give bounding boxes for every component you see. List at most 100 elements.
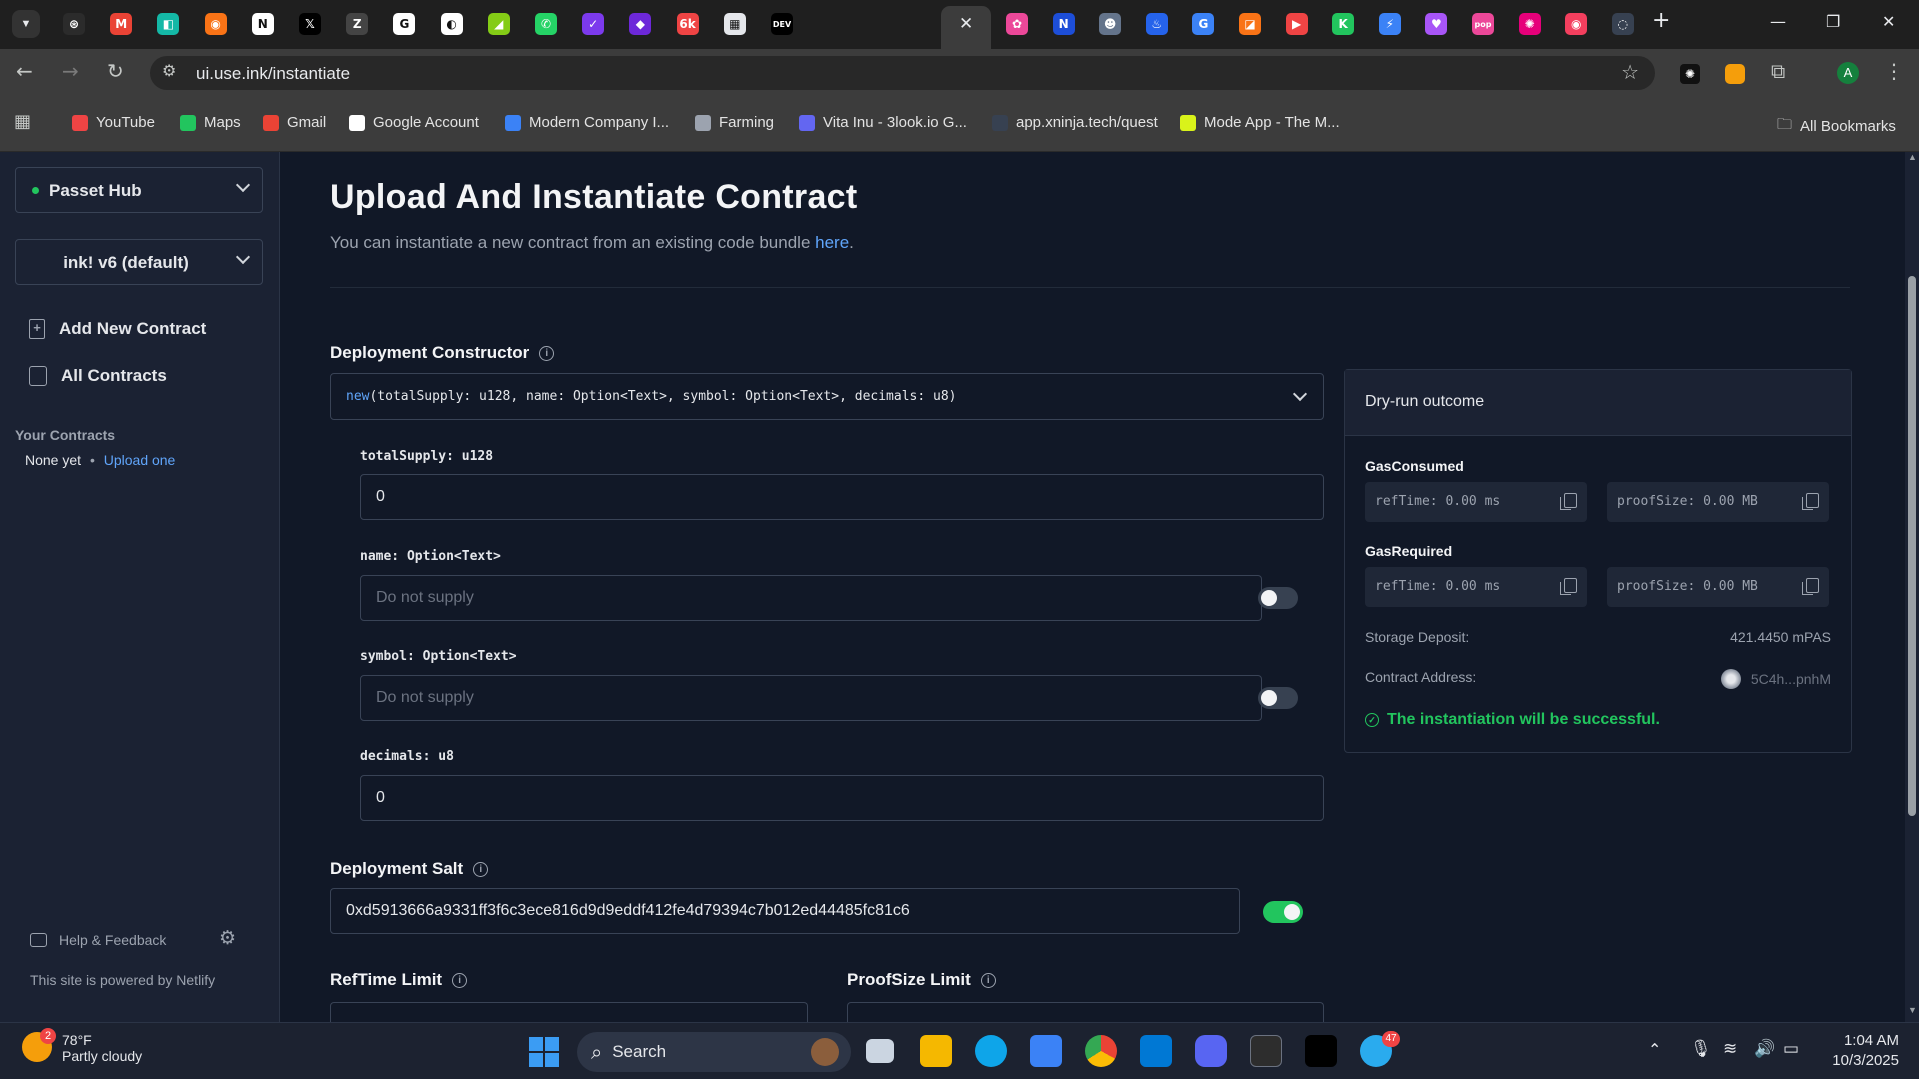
- bookmark-modern-company-i[interactable]: Modern Company I...: [505, 114, 669, 131]
- scroll-thumb[interactable]: [1908, 276, 1916, 816]
- app-tab-icon-5[interactable]: ✓: [582, 13, 605, 35]
- app-tab-icon-17[interactable]: ♥: [1425, 13, 1448, 35]
- symbol-supply-toggle[interactable]: [1258, 687, 1298, 709]
- copy-icon[interactable]: [1802, 578, 1819, 595]
- name-input[interactable]: Do not supply: [360, 575, 1262, 621]
- url-text[interactable]: ui.use.ink/instantiate: [196, 64, 350, 84]
- discord-icon[interactable]: [1195, 1035, 1227, 1067]
- app-tab-icon-14[interactable]: ◪: [1239, 13, 1261, 35]
- app-tab-icon-7[interactable]: 6k: [676, 13, 699, 35]
- app-tab-icon-11[interactable]: ☻: [1099, 13, 1122, 35]
- app-icon[interactable]: [1305, 1035, 1337, 1067]
- extensions-puzzle-icon[interactable]: ⧉: [1771, 59, 1785, 83]
- new-tab-button[interactable]: +: [1652, 8, 1670, 33]
- show-hidden-icons-chevron[interactable]: ⌃: [1648, 1040, 1661, 1059]
- bookmark-gmail[interactable]: Gmail: [263, 114, 326, 131]
- x-tab-icon[interactable]: 𝕏: [299, 13, 321, 35]
- ink-version-select[interactable]: ink! v6 (default): [15, 239, 263, 285]
- gmail-tab-icon[interactable]: M: [110, 13, 133, 35]
- name-supply-toggle[interactable]: [1258, 587, 1298, 609]
- vscode-icon[interactable]: [1140, 1035, 1172, 1067]
- bookmark-youtube[interactable]: YouTube: [72, 114, 155, 131]
- info-icon[interactable]: i: [539, 345, 555, 361]
- clock[interactable]: 1:04 AM 10/3/2025: [1825, 1031, 1899, 1071]
- bookmark-mode-app-the-m[interactable]: Mode App - The M...: [1180, 114, 1340, 131]
- deployment-salt-input[interactable]: 0xd5913666a9331ff3f6c3ece816d9d9eddf412f…: [330, 888, 1240, 934]
- bookmark-vita-inu-3look-io-g[interactable]: Vita Inu - 3look.io G...: [799, 114, 967, 131]
- wifi-icon[interactable]: ≋: [1723, 1039, 1737, 1059]
- app-tab-icon-12[interactable]: ♨: [1145, 13, 1168, 35]
- add-new-contract-link[interactable]: + Add New Contract: [29, 319, 206, 339]
- back-arrow-icon[interactable]: ←: [16, 59, 33, 83]
- app-tab-icon-19[interactable]: ◉: [1565, 13, 1588, 35]
- help-feedback-link[interactable]: Help & Feedback: [30, 932, 166, 948]
- edge-icon[interactable]: [975, 1035, 1007, 1067]
- app-tab-icon-1[interactable]: ◧: [157, 13, 180, 35]
- decimals-input[interactable]: 0: [360, 775, 1324, 821]
- close-window-icon[interactable]: ✕: [1882, 12, 1895, 31]
- extension-icon-2[interactable]: [1725, 64, 1745, 84]
- network-select[interactable]: Passet Hub: [15, 167, 263, 213]
- active-tab[interactable]: ✕: [941, 6, 991, 49]
- profile-avatar[interactable]: A: [1837, 62, 1859, 84]
- youtube-tab-icon[interactable]: ▶: [1285, 13, 1308, 35]
- constructor-select[interactable]: new (totalSupply: u128, name: Option<Text…: [330, 373, 1324, 420]
- scroll-up-icon[interactable]: ▲: [1908, 152, 1917, 162]
- powered-by-netlify[interactable]: This site is powered by Netlify: [30, 972, 215, 988]
- app-tab-icon-6[interactable]: ◆: [629, 13, 652, 35]
- app-tab-icon-9[interactable]: ✿: [1006, 13, 1028, 35]
- copy-icon[interactable]: [1802, 493, 1819, 510]
- polkadot-tab-icon[interactable]: ✺: [1518, 13, 1541, 35]
- app-tab-icon-4[interactable]: ◐: [440, 13, 463, 35]
- minimize-window-icon[interactable]: —: [1770, 12, 1786, 31]
- microphone-icon[interactable]: 🎙: [1690, 1039, 1712, 1059]
- copy-icon[interactable]: [1560, 493, 1577, 510]
- app-tab-icon-18[interactable]: pop: [1472, 13, 1494, 35]
- bookmark-maps[interactable]: Maps: [180, 114, 241, 131]
- app-tab-icon-8[interactable]: ▦: [723, 13, 746, 35]
- contract-address[interactable]: 5C4h...pnhM: [1720, 669, 1831, 689]
- browser-menu-icon[interactable]: ⋮: [1884, 59, 1904, 83]
- app-tab-icon-20[interactable]: ◌: [1611, 13, 1634, 35]
- info-icon[interactable]: i: [980, 972, 996, 988]
- code-bundle-link[interactable]: here: [815, 233, 849, 252]
- volume-icon[interactable]: 🔊: [1754, 1039, 1775, 1059]
- windows-start-icon[interactable]: [529, 1037, 559, 1067]
- forward-arrow-icon[interactable]: →: [62, 59, 79, 83]
- extension-icon-1[interactable]: ✺: [1680, 64, 1700, 84]
- salt-toggle[interactable]: [1263, 901, 1303, 923]
- task-view-icon[interactable]: [866, 1039, 894, 1063]
- chrome-icon[interactable]: [1085, 1035, 1117, 1067]
- bookmark-star-icon[interactable]: ☆: [1621, 60, 1639, 84]
- telegram-icon[interactable]: 47: [1360, 1031, 1400, 1067]
- file-explorer-icon[interactable]: [920, 1035, 952, 1067]
- app-tab-icon-3[interactable]: Z: [346, 13, 369, 35]
- address-bar[interactable]: ⚙ ui.use.ink/instantiate ☆: [150, 56, 1655, 90]
- terminal-icon[interactable]: [1250, 1035, 1282, 1067]
- microsoft-store-icon[interactable]: [1030, 1035, 1062, 1067]
- scroll-down-icon[interactable]: ▼: [1908, 1005, 1917, 1015]
- info-icon[interactable]: i: [473, 861, 489, 877]
- weather-widget[interactable]: 2 78°F Partly cloudy: [22, 1028, 142, 1064]
- all-bookmarks-button[interactable]: 🗀 All Bookmarks: [1777, 114, 1896, 139]
- settings-gear-icon[interactable]: ⚙: [219, 927, 236, 949]
- bookmark-google-account[interactable]: Google Account: [349, 114, 479, 131]
- all-contracts-link[interactable]: All Contracts: [29, 366, 167, 386]
- tab-search-button[interactable]: ▼: [12, 10, 40, 38]
- copy-icon[interactable]: [1560, 578, 1577, 595]
- app-tab-icon-13[interactable]: G: [1192, 13, 1215, 35]
- app-tab-icon-2[interactable]: ◉: [204, 13, 227, 35]
- app-tab-icon-10[interactable]: N: [1052, 13, 1075, 35]
- restore-window-icon[interactable]: ❐: [1826, 12, 1840, 31]
- taskbar-search[interactable]: ⌕ Search: [577, 1032, 851, 1072]
- bookmark-farming[interactable]: Farming: [695, 114, 774, 131]
- apps-grid-icon[interactable]: ▦: [14, 111, 31, 132]
- notion-tab-icon[interactable]: N: [251, 13, 274, 35]
- openai-tab-icon[interactable]: ⊛: [63, 13, 85, 35]
- google-tab-icon[interactable]: G: [393, 13, 416, 35]
- info-icon[interactable]: i: [452, 972, 468, 988]
- whatsapp-tab-icon[interactable]: ✆: [535, 13, 557, 35]
- symbol-input[interactable]: Do not supply: [360, 675, 1262, 721]
- battery-icon[interactable]: ▭: [1783, 1039, 1799, 1059]
- chart-tab-icon[interactable]: ◢: [487, 13, 510, 35]
